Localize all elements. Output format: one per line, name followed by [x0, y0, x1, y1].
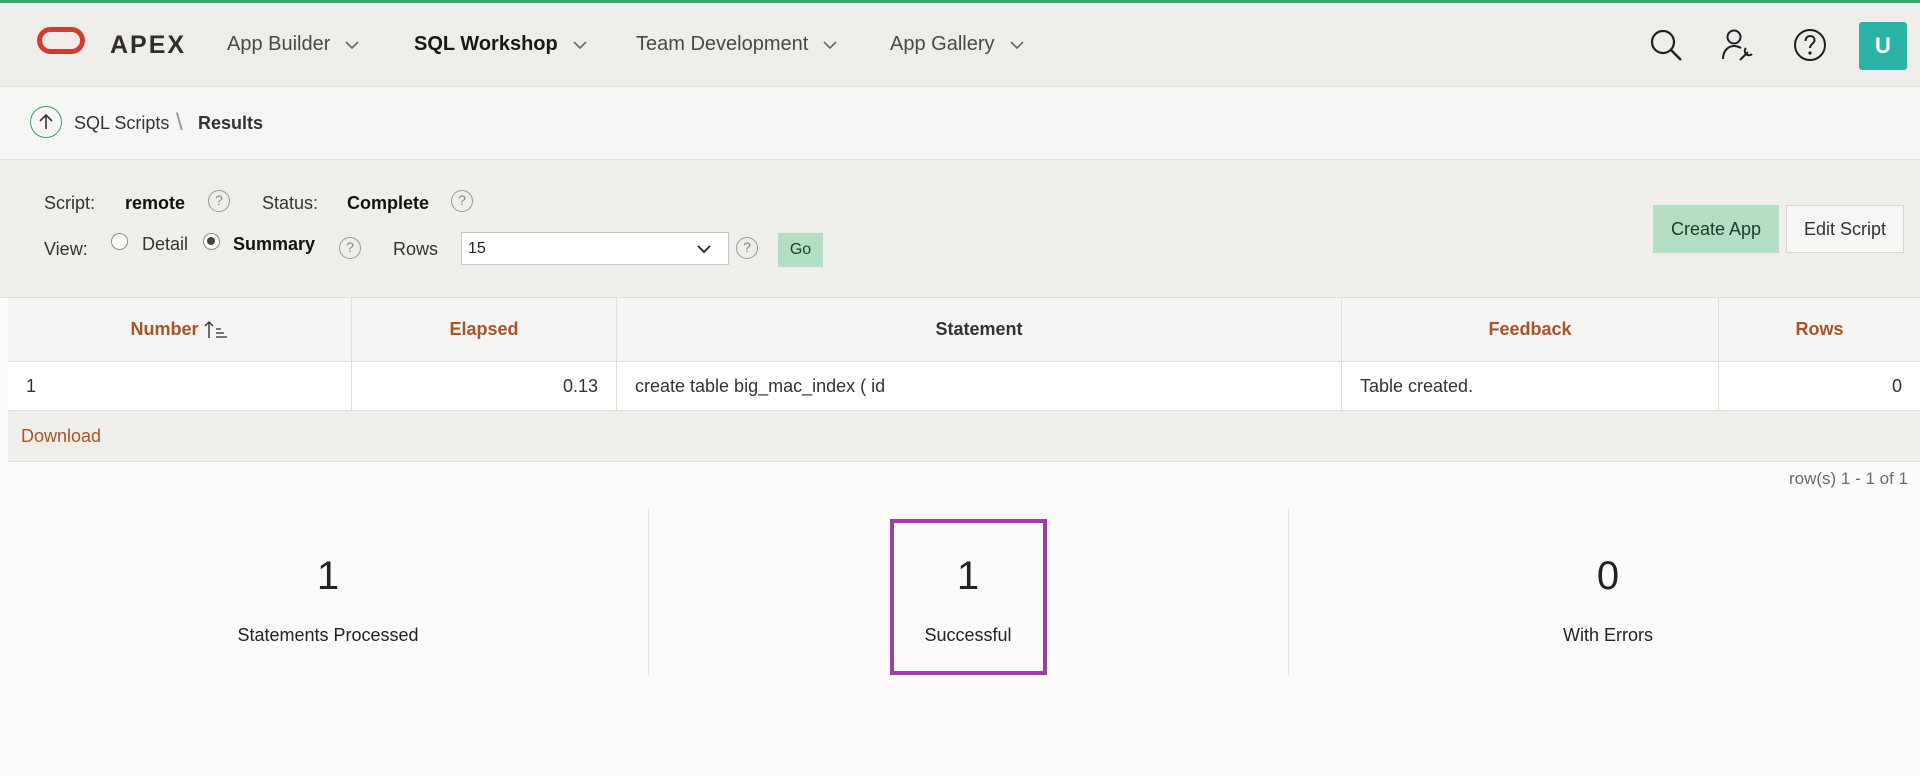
apex-logo-text[interactable]: APEX	[110, 31, 186, 60]
stat-with-errors: 0 With Errors	[1288, 509, 1920, 675]
nav-team-development-label: Team Development	[636, 33, 809, 55]
stat-statements-processed-value: 1	[316, 554, 340, 598]
breadcrumb-separator: \	[176, 109, 183, 136]
view-summary-radio[interactable]	[203, 233, 220, 250]
stat-with-errors-value: 0	[1596, 554, 1620, 598]
column-header-number-label: Number	[130, 319, 199, 339]
successful-highlight-box	[890, 519, 1047, 675]
nav-sql-workshop-label: SQL Workshop	[414, 33, 558, 55]
nav-app-builder[interactable]: App Builder	[227, 33, 360, 56]
view-summary-label[interactable]: Summary	[233, 234, 315, 255]
stat-statements-processed: 1 Statements Processed	[8, 509, 648, 675]
status-help-icon[interactable]: ?	[451, 190, 473, 212]
nav-app-gallery[interactable]: App Gallery	[890, 33, 1025, 56]
user-avatar[interactable]: U	[1859, 22, 1907, 70]
column-header-number[interactable]: Number	[8, 298, 352, 361]
results-report: Number Elapsed Statement Feedback Rows 1…	[8, 298, 1920, 462]
script-label: Script:	[44, 193, 96, 213]
script-help-icon[interactable]: ?	[208, 190, 230, 212]
column-header-rows[interactable]: Rows	[1719, 298, 1920, 361]
report-footer: Download	[8, 411, 1920, 462]
column-header-statement: Statement	[617, 298, 1342, 361]
nav-team-development[interactable]: Team Development	[636, 33, 838, 56]
rows-select[interactable]: 15	[461, 232, 729, 265]
view-detail-label[interactable]: Detail	[142, 234, 188, 255]
search-icon[interactable]	[1648, 27, 1684, 63]
breadcrumb-sql-scripts[interactable]: SQL Scripts	[74, 113, 169, 134]
cell-statement: create table big_mac_index ( id	[617, 362, 1342, 410]
column-header-elapsed[interactable]: Elapsed	[352, 298, 617, 361]
chevron-down-icon	[345, 40, 359, 49]
sort-ascending-icon	[204, 320, 227, 338]
chevron-down-icon	[697, 245, 711, 254]
chevron-down-icon	[573, 40, 587, 49]
nav-sql-workshop[interactable]: SQL Workshop	[414, 33, 588, 56]
cell-rows: 0	[1891, 375, 1902, 396]
nav-app-gallery-label: App Gallery	[890, 33, 995, 55]
filter-panel: Script: remote ? Status: Complete ? View…	[0, 160, 1920, 298]
oracle-logo-icon[interactable]	[37, 27, 85, 54]
cell-number: 1	[8, 362, 352, 410]
arrow-up-icon	[39, 113, 53, 129]
up-arrow-button[interactable]	[30, 106, 62, 138]
pagination-text: row(s) 1 - 1 of 1	[1788, 469, 1908, 488]
stat-statements-processed-label: Statements Processed	[237, 625, 419, 645]
edit-script-button[interactable]: Edit Script	[1786, 205, 1904, 253]
nav-app-builder-label: App Builder	[227, 33, 331, 55]
view-label: View:	[44, 239, 88, 259]
rows-help-icon[interactable]: ?	[736, 237, 758, 259]
breadcrumb: SQL Scripts \ Results	[0, 87, 1920, 160]
view-detail-radio[interactable]	[111, 233, 128, 250]
cell-elapsed: 0.13	[352, 362, 617, 410]
table-row: 1 0.13 create table big_mac_index ( id T…	[8, 362, 1920, 411]
download-link[interactable]: Download	[21, 426, 101, 447]
view-help-icon[interactable]: ?	[339, 237, 361, 259]
help-icon[interactable]	[1792, 27, 1828, 63]
table-header-row: Number Elapsed Statement Feedback Rows	[8, 298, 1920, 362]
rows-select-value: 15	[468, 240, 486, 257]
create-app-button[interactable]: Create App	[1653, 205, 1779, 253]
breadcrumb-results: Results	[198, 113, 264, 133]
stat-with-errors-label: With Errors	[1563, 625, 1653, 645]
status-value: Complete	[347, 193, 430, 213]
user-wrench-icon[interactable]	[1720, 27, 1756, 63]
script-value: remote	[125, 193, 186, 213]
cell-feedback: Table created.	[1342, 362, 1719, 410]
rows-label: Rows	[393, 239, 439, 259]
top-navbar: APEX App Builder SQL Workshop Team Devel…	[0, 3, 1920, 87]
chevron-down-icon	[823, 40, 837, 49]
column-header-feedback[interactable]: Feedback	[1342, 298, 1719, 361]
status-label: Status:	[262, 193, 319, 213]
chevron-down-icon	[1009, 40, 1024, 49]
go-button[interactable]: Go	[778, 233, 823, 267]
